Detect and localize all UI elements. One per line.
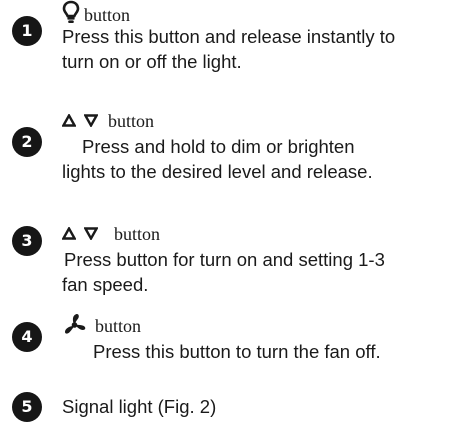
description-line: turn on or off the light. xyxy=(62,51,242,72)
down-triangle-icon xyxy=(84,227,98,240)
fan-icon xyxy=(64,314,86,334)
description-line: lights to the desired level and release. xyxy=(62,161,373,182)
button-label: button xyxy=(114,224,161,244)
up-triangle-icon xyxy=(62,227,76,240)
step-number-badge: 1 xyxy=(12,16,42,46)
description-line: Press button for turn on and setting 1-3 xyxy=(64,249,385,270)
step-number-badge: 2 xyxy=(12,127,42,157)
button-label: button xyxy=(108,111,155,131)
step-number-badge: 3 xyxy=(12,226,42,256)
button-label: button xyxy=(95,316,142,336)
description-line: fan speed. xyxy=(62,274,149,295)
description-line: Press and hold to dim or brighten xyxy=(82,136,355,157)
light-bulb-icon xyxy=(62,0,80,23)
up-triangle-icon xyxy=(62,114,76,127)
step-number-badge: 5 xyxy=(12,392,42,422)
button-label: button xyxy=(84,5,131,25)
down-triangle-icon xyxy=(84,114,98,127)
description-line: Signal light (Fig. 2) xyxy=(62,396,217,417)
description-line: Press this button to turn the fan off. xyxy=(93,341,381,362)
step-number-badge: 4 xyxy=(12,322,42,352)
description-line: Press this button and release instantly … xyxy=(62,26,396,47)
